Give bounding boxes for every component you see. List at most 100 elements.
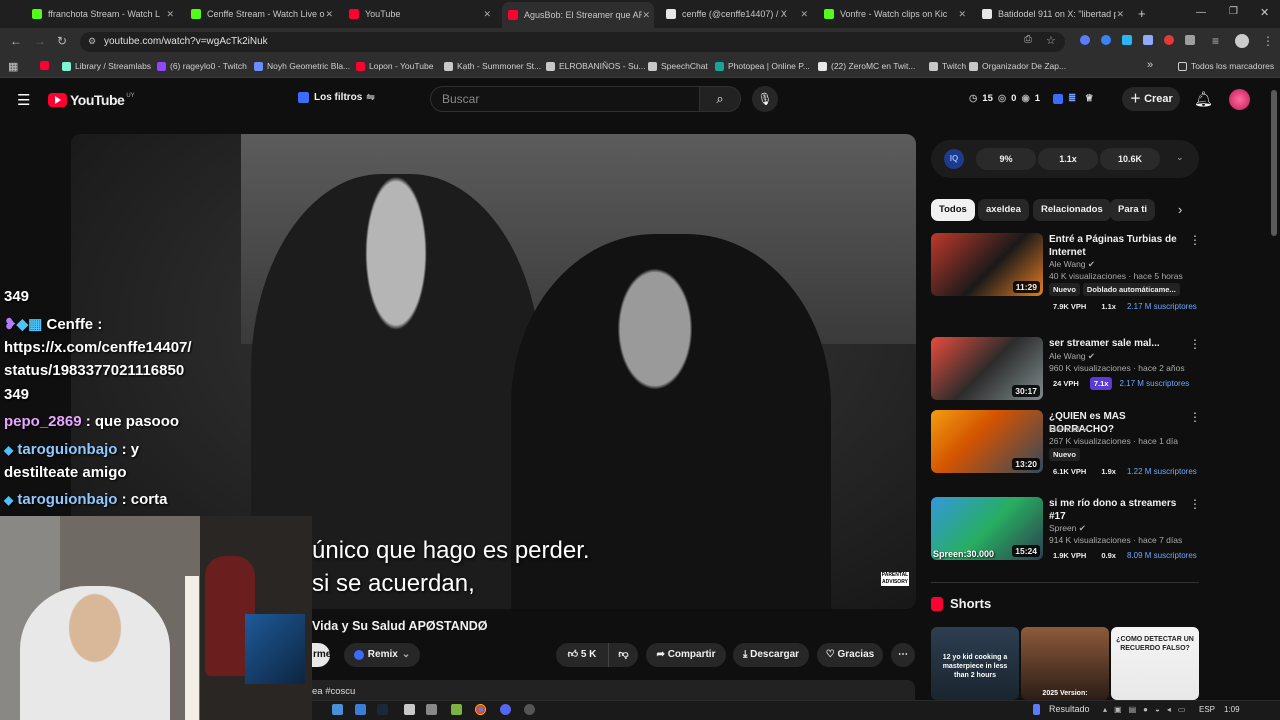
channel-name[interactable]: Spreen ✔ [1049, 523, 1086, 534]
create-button[interactable]: ＋ Crear [1122, 87, 1180, 111]
bookmark-item[interactable]: Noyh Geometric Bla... [254, 61, 350, 71]
bookmark-item[interactable]: Photopea | Online P... [715, 61, 810, 71]
bookmark-item[interactable]: Organizador De Zap... [969, 61, 1066, 71]
avatar[interactable] [1229, 89, 1250, 110]
battery-icon[interactable]: ▭ [1178, 705, 1186, 714]
browser-tab[interactable]: Cenffe Stream - Watch Live on ✕ [185, 4, 337, 24]
bookmark-item[interactable]: (22) ZeroMC en Twit... [818, 61, 915, 71]
clock[interactable]: 1:09 [1224, 705, 1240, 714]
close-tab-icon[interactable]: ✕ [1116, 9, 1124, 20]
more-actions-icon[interactable]: ⋯ [891, 643, 915, 667]
page-scrollbar[interactable] [1271, 90, 1277, 236]
channel-name[interactable]: Mernuel ✔ [1049, 424, 1089, 435]
close-tab-icon[interactable]: ✕ [166, 9, 174, 20]
new-tab-button[interactable]: + [1138, 6, 1146, 21]
obs-icon[interactable] [524, 704, 535, 715]
close-tab-icon[interactable]: ✕ [325, 9, 333, 20]
close-tab-icon[interactable]: ✕ [958, 9, 966, 20]
bookmarks-more-icon[interactable]: » [1147, 59, 1153, 71]
channel-name[interactable]: Ale Wang ✔ [1049, 259, 1095, 270]
extension-icon[interactable] [1080, 35, 1090, 45]
more-options-icon[interactable]: ⋮ [1189, 337, 1201, 351]
description-box[interactable]: ea #coscu [312, 680, 915, 700]
browser-tab[interactable]: cenffe (@cenffe14407) / X ✕ [660, 4, 812, 24]
mic-icon[interactable]: 🎙 [752, 86, 778, 112]
taskbar-app-icon[interactable] [404, 704, 415, 715]
minimize-icon[interactable]: — [1196, 7, 1206, 18]
extension-icon[interactable] [1164, 35, 1174, 45]
extension-icon[interactable] [1143, 35, 1153, 45]
steam-icon[interactable] [377, 704, 388, 715]
wifi-icon[interactable]: ◒ [1155, 705, 1160, 714]
hamburger-menu-icon[interactable]: ☰ [17, 91, 30, 109]
video-title[interactable]: Entré a Páginas Turbias de Internet [1049, 233, 1189, 259]
subscribe-button[interactable]: rme [312, 643, 331, 667]
tray-icon[interactable]: ▣ [1114, 705, 1122, 714]
browser-tab[interactable]: Batidodel 911 on X: "libertad p ✕ [976, 4, 1128, 24]
back-icon[interactable]: ← [10, 34, 22, 48]
remix-button[interactable]: Remix ⌄ [344, 643, 420, 667]
chevron-right-icon[interactable]: › [1178, 202, 1182, 217]
short-thumbnail[interactable]: 12 yo kid cooking a masterpiece in less … [931, 627, 1019, 700]
more-options-icon[interactable]: ⋮ [1189, 233, 1201, 247]
iq-icon[interactable]: IQ [944, 149, 964, 169]
search-input[interactable]: Buscar [430, 86, 700, 112]
tray-icon[interactable]: ● [1143, 705, 1148, 714]
more-options-icon[interactable]: ⋮ [1189, 410, 1201, 424]
tray-icon[interactable]: ▴ [1103, 705, 1107, 714]
close-tab-icon[interactable]: ✕ [642, 10, 650, 21]
bookmark-item[interactable]: Twitch [929, 61, 966, 71]
close-tab-icon[interactable]: ✕ [483, 9, 491, 20]
taskbar-app-icon[interactable] [332, 704, 343, 715]
taskbar-app-icon[interactable] [355, 704, 366, 715]
filters-button[interactable]: Los filtros ⇋ [298, 92, 375, 103]
filter-chip[interactable]: axeldea [978, 199, 1029, 221]
share-button[interactable]: ➦ Compartir [646, 643, 726, 667]
bookmark-star-icon[interactable]: ☆ [1046, 34, 1056, 47]
trophy-icon[interactable]: ♕ [1085, 93, 1094, 104]
browser-tab[interactable]: Vonfre - Watch clips on Kic ✕ [818, 4, 970, 24]
video-title[interactable]: ser streamer sale mal... [1049, 337, 1189, 350]
more-options-icon[interactable]: ⋮ [1189, 497, 1201, 511]
list-icon[interactable]: ≣ [1068, 93, 1076, 104]
filter-chip[interactable]: Relacionados [1033, 199, 1111, 221]
browser-tab[interactable]: YouTube ✕ [343, 4, 495, 24]
chrome-icon[interactable] [475, 704, 486, 715]
bookmark-item[interactable]: Kạth - Summoner St... [444, 61, 541, 71]
bookmark-item[interactable]: ELROBANIÑOS - Su... [546, 61, 645, 71]
video-thumbnail[interactable]: 13:20 [931, 410, 1043, 473]
tray-icon[interactable]: ▤ [1129, 705, 1137, 714]
browser-tab[interactable]: AgusBob: El Streamer que ARR ✕ [502, 2, 654, 28]
youtube-logo[interactable]: YouTube UY [48, 92, 135, 108]
video-title[interactable]: si me río dono a streamers #17 [1049, 497, 1189, 523]
tab-search-icon[interactable]: ≡ [1212, 34, 1219, 48]
video-thumbnail[interactable]: 15:24 Spreen:30.000 [931, 497, 1043, 560]
iq-icon[interactable] [1053, 93, 1064, 104]
close-tab-icon[interactable]: ✕ [800, 9, 808, 20]
filter-chip[interactable]: Para ti [1110, 199, 1156, 221]
search-button[interactable]: ⌕ [699, 86, 741, 112]
download-button[interactable]: ⤓ Descargar [733, 643, 809, 667]
apps-grid-icon[interactable]: ▦ [8, 60, 18, 73]
extension-icon[interactable] [1122, 35, 1132, 45]
tray-icon[interactable] [1033, 704, 1040, 715]
install-icon[interactable]: ⎙ [1024, 34, 1032, 45]
filter-chip[interactable]: Todos [931, 199, 975, 221]
short-thumbnail[interactable]: ¿COMO DETECTAR UN RECUERDO FALSO? [1111, 627, 1199, 700]
video-thumbnail[interactable]: 11:29 [931, 233, 1043, 296]
extension-icon[interactable] [1101, 35, 1111, 45]
restore-icon[interactable]: ❐ [1229, 6, 1238, 17]
dislike-button[interactable]: 👎︎ [608, 643, 638, 667]
address-bar[interactable]: youtube.com/watch?v=wgAcTk2iNuk [80, 32, 1065, 52]
discord-icon[interactable] [500, 704, 511, 715]
bookmark-item[interactable]: Lopon - YouTube [356, 61, 433, 71]
menu-icon[interactable]: ⋮ [1262, 34, 1274, 48]
channel-name[interactable]: Ale Wang ✔ [1049, 351, 1095, 362]
avatar[interactable] [1235, 34, 1249, 48]
forward-icon[interactable]: → [34, 34, 46, 48]
like-button[interactable]: 👍︎ 5 K [556, 643, 608, 667]
puzzle-icon[interactable] [1185, 35, 1195, 45]
video-thumbnail[interactable]: 30:17 [931, 337, 1043, 400]
reload-icon[interactable]: ↻ [57, 34, 67, 48]
notifications-bell-icon[interactable]: 🔔︎ [1194, 90, 1213, 108]
